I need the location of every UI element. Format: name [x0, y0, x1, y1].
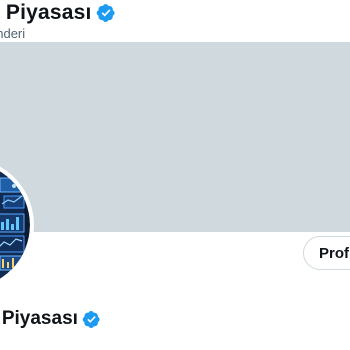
top-header: y Piyasası önderi [0, 0, 350, 42]
profile-page: y Piyasası önderi [0, 0, 350, 350]
profile-banner[interactable] [0, 42, 350, 232]
edit-profile-button[interactable]: Profi [303, 236, 350, 270]
header-name-row: y Piyasası [0, 1, 116, 25]
verified-icon [96, 3, 116, 23]
profile-name: y Piyasası [0, 308, 78, 329]
header-subtitle: önderi [0, 26, 26, 41]
verified-icon [82, 310, 101, 329]
profile-name-row: y Piyasası [0, 308, 101, 330]
header-name: y Piyasası [0, 1, 92, 24]
